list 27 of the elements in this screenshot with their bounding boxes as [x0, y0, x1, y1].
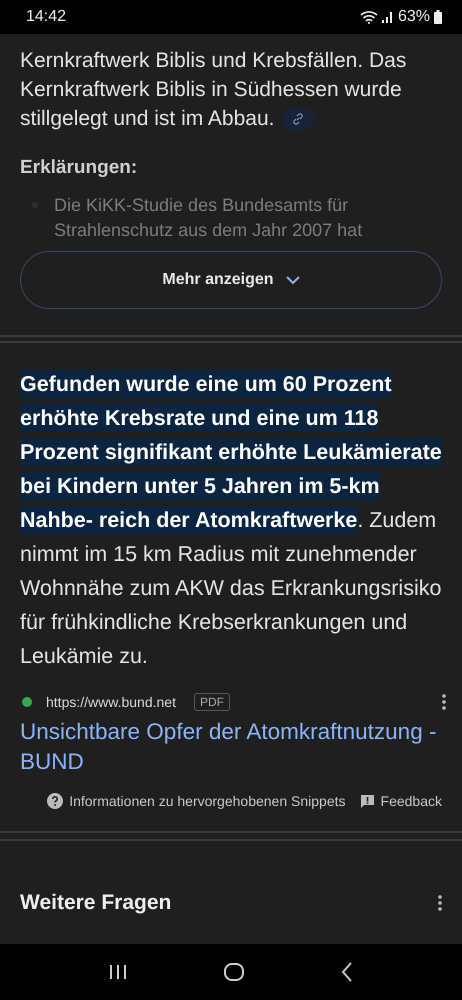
- feedback-link[interactable]: Feedback: [380, 793, 442, 809]
- battery-icon: [434, 10, 442, 24]
- site-favicon: [22, 697, 32, 707]
- battery-percentage: 63%: [398, 8, 430, 26]
- show-more-button[interactable]: Mehr anzeigen: [20, 251, 442, 309]
- bullet-text: Die KiKK-Studie des Bundesamts für Strahlenschutz aus dem Jahr 2007 hat: [54, 194, 364, 242]
- result-title-link[interactable]: Unsichtbare Opfer der Atomkraftnutzung - BUND: [0, 711, 462, 777]
- feedback-icon: [360, 794, 375, 808]
- signal-icon: [382, 11, 394, 23]
- more-options-icon[interactable]: [442, 694, 446, 710]
- home-icon[interactable]: [224, 963, 244, 981]
- recent-apps-icon[interactable]: [108, 964, 127, 980]
- back-icon[interactable]: [341, 962, 354, 982]
- status-time: 14:42: [26, 8, 66, 26]
- more-options-icon[interactable]: [438, 894, 442, 910]
- bullet-dot: [32, 202, 38, 208]
- link-button[interactable]: [282, 108, 314, 130]
- chevron-down-icon: [286, 276, 300, 284]
- explanations-heading: Erklärungen:: [20, 157, 138, 179]
- more-questions-heading: Weitere Fragen: [20, 890, 172, 914]
- answer-paragraph: Kernkraftwerk Biblis und Krebsfällen. Das Kernkraftwerk Biblis in Südhessen wurde stillgelegt und ist im Abbau.: [20, 48, 408, 132]
- help-icon: [47, 793, 64, 809]
- source-url: https://www.bund.net: [46, 694, 176, 710]
- wifi-icon: [360, 10, 378, 24]
- snippets-info-link[interactable]: Informationen zu hervorgehobenen Snippets: [69, 793, 346, 809]
- file-type-label: PDF: [194, 693, 230, 711]
- link-icon: [292, 113, 304, 126]
